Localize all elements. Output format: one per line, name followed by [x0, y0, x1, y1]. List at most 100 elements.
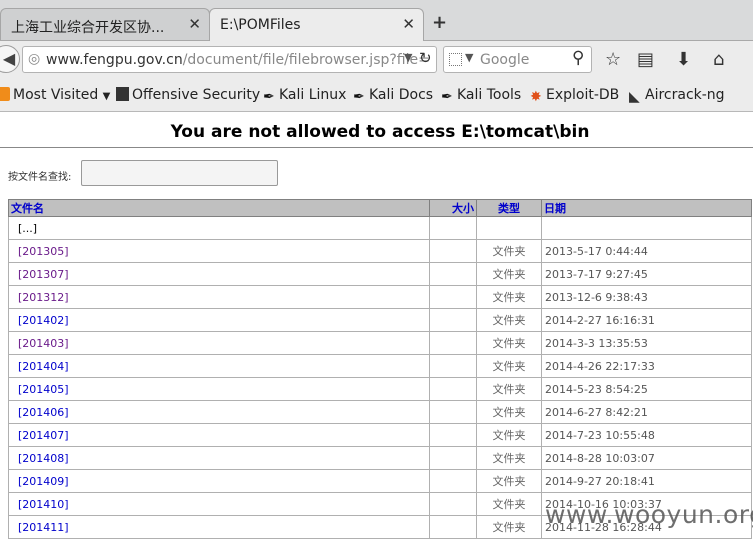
size-cell: [429, 216, 477, 240]
bookmark-label: Kali Tools: [457, 87, 522, 103]
size-cell: [429, 492, 477, 516]
bookmark-most-visited[interactable]: Most Visited ▼: [0, 87, 110, 103]
tab-label: E:\POMFiles: [220, 17, 301, 33]
column-header-name[interactable]: 文件名: [8, 199, 430, 217]
bookmark-label: Kali Docs: [369, 87, 434, 103]
date-cell: 2014-2-27 16:16:31: [541, 308, 752, 332]
search-engine-icon[interactable]: [449, 53, 462, 66]
offsec-icon: [116, 87, 129, 101]
reload-icon[interactable]: ↻: [419, 49, 432, 67]
bookmark-offensive-security[interactable]: Offensive Security: [116, 87, 260, 103]
type-cell: 文件夹: [476, 492, 542, 516]
folder-link[interactable]: [201305]: [8, 239, 430, 263]
chevron-down-icon[interactable]: ▼: [465, 51, 473, 64]
folder-link[interactable]: [201411]: [8, 515, 430, 539]
size-cell: [429, 239, 477, 263]
type-cell: 文件夹: [476, 308, 542, 332]
url-host: www.fengpu.gov.cn: [46, 52, 183, 68]
download-icon[interactable]: ⬇: [676, 49, 691, 70]
type-cell: 文件夹: [476, 469, 542, 493]
folder-link[interactable]: [201407]: [8, 423, 430, 447]
column-header-size[interactable]: 大小: [429, 199, 477, 217]
size-cell: [429, 400, 477, 424]
folder-link[interactable]: [201403]: [8, 331, 430, 355]
folder-link[interactable]: [201406]: [8, 400, 430, 424]
aircrack-icon: ◣: [629, 89, 640, 105]
table-row: [201305] 文件夹 2013-5-17 0:44:44: [8, 239, 752, 263]
type-cell: 文件夹: [476, 354, 542, 378]
search-field[interactable]: ▼ Google ⚲: [443, 46, 592, 73]
size-cell: [429, 354, 477, 378]
bookmark-kali-docs[interactable]: ✒ Kali Docs: [353, 87, 434, 105]
type-cell: 文件夹: [476, 377, 542, 401]
tab-strip: 上海工业综合开发区协... ✕ E:\POMFiles ✕ +: [0, 0, 753, 41]
date-cell: 2013-12-6 9:38:43: [541, 285, 752, 309]
filename-filter-input[interactable]: [81, 160, 278, 186]
folder-link[interactable]: [201408]: [8, 446, 430, 470]
folder-link[interactable]: [201307]: [8, 262, 430, 286]
type-cell: 文件夹: [476, 285, 542, 309]
page-title: You are not allowed to access E:\tomcat\…: [170, 122, 590, 142]
url-path: /document/file/filebrowser.jsp?file=: [182, 52, 430, 68]
type-cell: 文件夹: [476, 515, 542, 539]
table-row: [201407] 文件夹 2014-7-23 10:55:48: [8, 423, 752, 447]
table-row: [201405] 文件夹 2014-5-23 8:54:25: [8, 377, 752, 401]
url-bar[interactable]: ◎ www.fengpu.gov.cn/document/file/filebr…: [22, 46, 437, 73]
search-placeholder: Google: [480, 52, 530, 68]
table-row: [201403] 文件夹 2014-3-3 13:35:53: [8, 331, 752, 355]
exploit-db-icon: ✸: [530, 89, 542, 105]
kali-dragon-icon: ✒: [263, 89, 275, 105]
date-cell: 2013-5-17 0:44:44: [541, 239, 752, 263]
column-header-type[interactable]: 类型: [476, 199, 542, 217]
table-row: [201408] 文件夹 2014-8-28 10:03:07: [8, 446, 752, 470]
new-tab-button[interactable]: +: [432, 12, 447, 33]
size-cell: [429, 308, 477, 332]
date-cell: 2013-7-17 9:27:45: [541, 262, 752, 286]
table-row-parent: [...]: [8, 216, 752, 240]
date-cell: 2014-6-27 8:42:21: [541, 400, 752, 424]
bookmark-aircrack-ng[interactable]: ◣ Aircrack-ng: [629, 87, 725, 105]
history-dropdown-icon[interactable]: ▼: [404, 51, 412, 64]
table-row: [201404] 文件夹 2014-4-26 22:17:33: [8, 354, 752, 378]
home-icon[interactable]: ⌂: [713, 49, 724, 70]
date-cell: 2014-9-27 20:18:41: [541, 469, 752, 493]
bookmarks-toolbar: Most Visited ▼ Offensive Security ✒ Kali …: [0, 79, 753, 112]
bookmark-kali-tools[interactable]: ✒ Kali Tools: [441, 87, 522, 105]
close-icon[interactable]: ✕: [402, 15, 415, 33]
date-cell: 2014-7-23 10:55:48: [541, 423, 752, 447]
folder-link[interactable]: [201402]: [8, 308, 430, 332]
type-cell: 文件夹: [476, 423, 542, 447]
table-row: [201409] 文件夹 2014-9-27 20:18:41: [8, 469, 752, 493]
kali-dragon-icon: ✒: [353, 89, 365, 105]
back-button[interactable]: ◀: [0, 45, 20, 73]
close-icon[interactable]: ✕: [188, 15, 201, 33]
reading-list-icon[interactable]: ▤: [637, 49, 654, 70]
bookmark-exploit-db[interactable]: ✸ Exploit-DB: [530, 87, 619, 105]
size-cell: [429, 377, 477, 401]
bookmark-kali-linux[interactable]: ✒ Kali Linux: [263, 87, 346, 105]
bookmark-label: Aircrack-ng: [645, 87, 725, 103]
folder-link[interactable]: [201405]: [8, 377, 430, 401]
bookmark-label: Offensive Security: [132, 87, 261, 103]
globe-icon: ◎: [28, 51, 41, 67]
parent-directory-link[interactable]: [...]: [8, 216, 430, 240]
magnifier-icon[interactable]: ⚲: [572, 48, 584, 68]
tab-fengpu[interactable]: 上海工业综合开发区协... ✕: [0, 8, 210, 40]
tab-pomfiles[interactable]: E:\POMFiles ✕: [209, 8, 424, 41]
size-cell: [429, 262, 477, 286]
size-cell: [429, 515, 477, 539]
type-cell: 文件夹: [476, 400, 542, 424]
size-cell: [429, 446, 477, 470]
folder-link[interactable]: [201409]: [8, 469, 430, 493]
date-cell: [541, 216, 752, 240]
folder-link[interactable]: [201312]: [8, 285, 430, 309]
folder-link[interactable]: [201410]: [8, 492, 430, 516]
column-header-date[interactable]: 日期: [541, 199, 752, 217]
bookmark-label: Most Visited: [13, 87, 99, 103]
type-cell: 文件夹: [476, 239, 542, 263]
navigation-toolbar: ◀ ◎ www.fengpu.gov.cn/document/file/file…: [0, 41, 753, 79]
bookmark-star-icon[interactable]: ☆: [605, 49, 621, 70]
date-cell: 2014-5-23 8:54:25: [541, 377, 752, 401]
size-cell: [429, 331, 477, 355]
folder-link[interactable]: [201404]: [8, 354, 430, 378]
